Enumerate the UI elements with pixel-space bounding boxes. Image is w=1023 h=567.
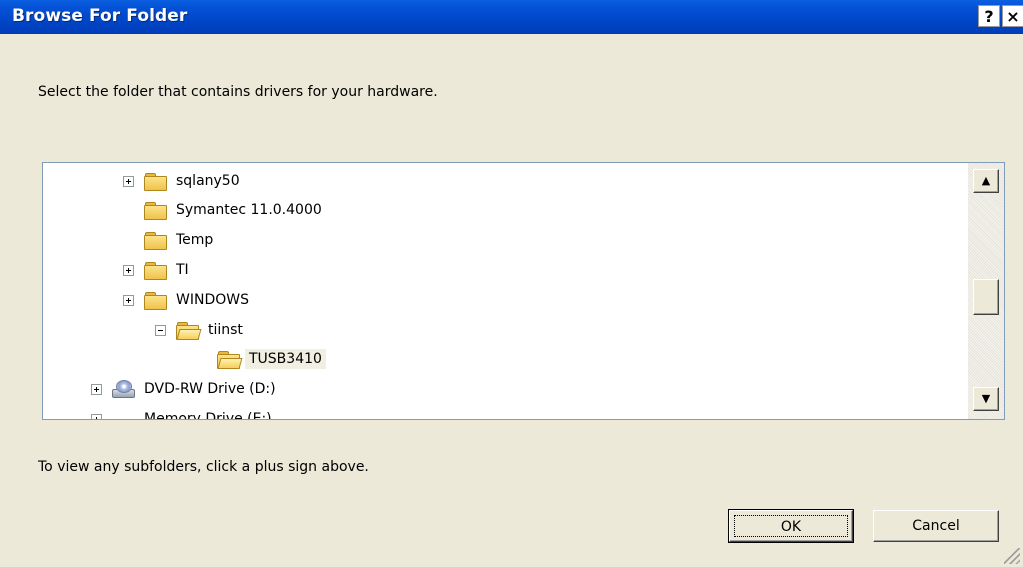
expand-plus-icon[interactable] xyxy=(123,175,134,187)
expand-plus-icon[interactable] xyxy=(91,413,102,419)
tree-item-label: DVD-RW Drive (D:) xyxy=(144,381,276,397)
dialog-title: Browse For Folder xyxy=(12,6,188,26)
folder-icon xyxy=(144,172,167,191)
vertical-scrollbar[interactable]: ▲ ▼ xyxy=(968,163,1004,419)
tree-viewport: sqlany50 Symantec 11.0.4000 Temp TI WIND… xyxy=(43,163,968,419)
folder-open-icon xyxy=(176,321,202,340)
tree-item-label: TI xyxy=(176,262,189,278)
browse-for-folder-dialog: Browse For Folder ? × Select the folder … xyxy=(0,0,1023,567)
folder-icon xyxy=(144,261,167,280)
scroll-down-button[interactable]: ▼ xyxy=(973,387,999,411)
ok-button-label: OK xyxy=(734,515,848,537)
dvd-drive-icon xyxy=(112,380,135,398)
tree-item-memory-drive[interactable]: Memory Drive (E:) xyxy=(91,405,276,419)
folder-icon xyxy=(144,291,167,310)
cancel-button[interactable]: Cancel xyxy=(873,510,999,542)
tree-item-label: WINDOWS xyxy=(176,292,249,308)
tree-item-dvd-drive[interactable]: DVD-RW Drive (D:) xyxy=(91,375,280,403)
resize-grip-icon[interactable] xyxy=(1004,548,1020,564)
tree-item-label: tiinst xyxy=(208,322,243,338)
tree-item-symantec[interactable]: Symantec 11.0.4000 xyxy=(123,196,326,224)
scroll-up-button[interactable]: ▲ xyxy=(973,169,999,193)
tree-item-label: Temp xyxy=(176,232,214,248)
collapse-minus-icon[interactable] xyxy=(155,324,166,336)
folder-open-icon xyxy=(217,350,243,369)
tree-item-tusb3410[interactable]: TUSB3410 xyxy=(196,345,326,373)
tree-item-windows[interactable]: WINDOWS xyxy=(123,286,253,314)
tree-item-label: Symantec 11.0.4000 xyxy=(176,202,322,218)
expand-plus-icon[interactable] xyxy=(123,264,134,276)
tree-item-sqlany50[interactable]: sqlany50 xyxy=(123,167,244,195)
folder-icon xyxy=(144,201,167,220)
folder-tree[interactable]: sqlany50 Symantec 11.0.4000 Temp TI WIND… xyxy=(42,162,1005,420)
instruction-text: Select the folder that contains drivers … xyxy=(38,84,438,100)
help-button[interactable]: ? xyxy=(978,5,1000,27)
title-bar[interactable]: Browse For Folder ? × xyxy=(0,0,1023,34)
scroll-thumb[interactable] xyxy=(973,279,999,315)
close-button[interactable]: × xyxy=(1002,5,1023,27)
tree-item-temp[interactable]: Temp xyxy=(123,226,217,254)
ok-button[interactable]: OK xyxy=(728,509,854,543)
drive-icon xyxy=(112,410,134,419)
folder-icon xyxy=(144,231,167,250)
tree-item-ti[interactable]: TI xyxy=(123,256,193,284)
hint-text: To view any subfolders, click a plus sig… xyxy=(38,459,369,475)
expand-plus-icon[interactable] xyxy=(123,294,134,306)
tree-item-label: sqlany50 xyxy=(176,173,240,189)
tree-item-label-selected: TUSB3410 xyxy=(245,349,326,369)
tree-item-tiinst[interactable]: tiinst xyxy=(155,316,247,344)
expand-plus-icon[interactable] xyxy=(91,383,102,395)
tree-item-label: Memory Drive (E:) xyxy=(144,411,272,419)
